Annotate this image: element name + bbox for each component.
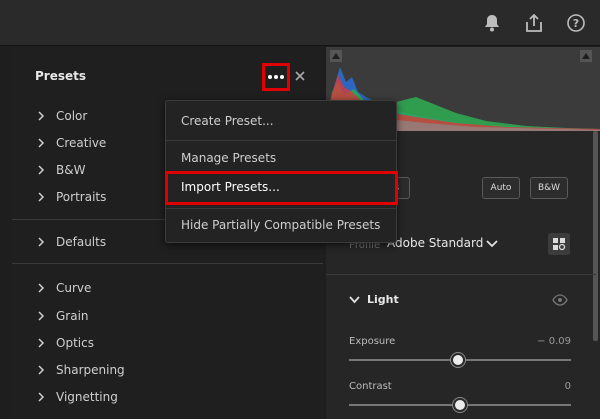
contrast-value[interactable]: 0 xyxy=(531,381,571,392)
close-icon[interactable] xyxy=(293,69,307,83)
divider xyxy=(12,263,323,264)
menu-item-create-preset[interactable]: Create Preset... xyxy=(181,114,274,128)
preset-group-label: Grain xyxy=(56,309,89,323)
svg-text:?: ? xyxy=(573,17,579,30)
button-label: Auto xyxy=(490,183,512,193)
chevron-right-icon xyxy=(38,165,45,175)
chevron-right-icon xyxy=(38,192,45,202)
exposure-value[interactable]: − 0.09 xyxy=(531,336,571,347)
chevron-down-icon[interactable] xyxy=(486,239,498,249)
profile-browser-icon[interactable] xyxy=(548,233,570,255)
divider xyxy=(326,274,596,275)
scrollbar[interactable] xyxy=(593,131,598,341)
chevron-right-icon xyxy=(38,111,45,121)
chevron-right-icon xyxy=(38,392,45,402)
preset-group-optics[interactable]: Optics xyxy=(36,334,94,352)
menu-item-manage-presets[interactable]: Manage Presets xyxy=(181,151,276,165)
chevron-right-icon xyxy=(38,311,45,321)
menu-item-import-presets[interactable]: Import Presets... xyxy=(181,180,280,194)
contrast-label: Contrast xyxy=(349,381,392,392)
preset-group-grain[interactable]: Grain xyxy=(36,307,89,325)
auto-button[interactable]: Auto xyxy=(482,177,520,199)
panel-title: Presets xyxy=(35,69,87,83)
preset-group-vignetting[interactable]: Vignetting xyxy=(36,388,118,406)
more-icon xyxy=(268,75,284,79)
light-section-title[interactable]: Light xyxy=(367,293,399,306)
bw-button[interactable]: B&W xyxy=(530,177,568,199)
preset-group-label: Portraits xyxy=(56,190,107,204)
preset-group-label: Creative xyxy=(56,136,107,150)
preset-group-label: Sharpening xyxy=(56,363,125,377)
preset-group-bw[interactable]: B&W xyxy=(36,161,85,179)
contrast-slider-thumb[interactable] xyxy=(453,398,467,412)
menu-separator xyxy=(166,140,396,141)
more-options-button[interactable] xyxy=(262,63,290,91)
chevron-right-icon xyxy=(38,283,45,293)
preset-group-curve[interactable]: Curve xyxy=(36,279,91,297)
share-icon[interactable] xyxy=(522,11,546,35)
preset-group-defaults[interactable]: Defaults xyxy=(36,233,106,251)
preset-group-label: B&W xyxy=(56,163,86,177)
highlight-clipping-icon[interactable] xyxy=(580,50,592,62)
presets-options-menu: Create Preset... Manage Presets Import P… xyxy=(165,100,398,243)
button-label: B&W xyxy=(537,183,561,193)
exposure-label: Exposure xyxy=(349,336,396,347)
menu-item-hide-partially-compatible[interactable]: Hide Partially Compatible Presets xyxy=(181,218,380,232)
profile-dropdown[interactable]: Adobe Standard xyxy=(387,236,483,250)
preset-group-portraits[interactable]: Portraits xyxy=(36,188,106,206)
bell-icon[interactable] xyxy=(480,11,504,35)
chevron-right-icon xyxy=(38,338,45,348)
chevron-down-icon[interactable] xyxy=(349,296,360,305)
eye-icon[interactable] xyxy=(552,294,568,306)
preset-group-label: Curve xyxy=(56,281,92,295)
chevron-right-icon xyxy=(38,237,45,247)
exposure-slider-thumb[interactable] xyxy=(450,353,465,367)
menu-separator xyxy=(166,208,396,209)
preset-group-label: Color xyxy=(56,109,88,123)
preset-group-label: Vignetting xyxy=(56,390,118,404)
preset-group-color[interactable]: Color xyxy=(36,107,87,125)
preset-group-sharpening[interactable]: Sharpening xyxy=(36,361,125,379)
preset-group-label: Optics xyxy=(56,336,94,350)
preset-group-label: Defaults xyxy=(56,235,107,249)
chevron-right-icon xyxy=(38,138,45,148)
chevron-right-icon xyxy=(38,365,45,375)
preset-group-creative[interactable]: Creative xyxy=(36,134,106,152)
top-bar: ? xyxy=(0,0,600,46)
help-icon[interactable]: ? xyxy=(564,11,588,35)
shadow-clipping-icon[interactable] xyxy=(330,50,342,62)
